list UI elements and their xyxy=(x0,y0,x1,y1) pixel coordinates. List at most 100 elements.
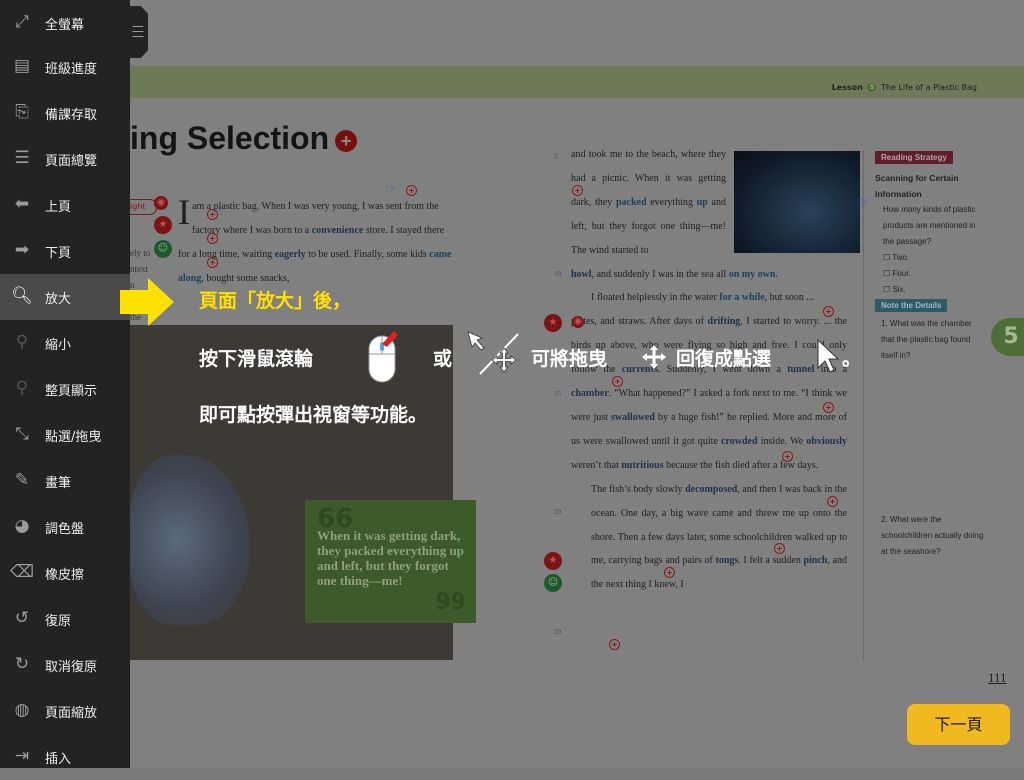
toolbar-sidebar: ⤢ 全螢幕 ▤ 班級進度 ⎘ 備課存取 ☰ 頁面總覽 ⬅ 上頁 ➡ 下頁 🔍︎ 放大 ⚲ 縮小 … xyxy=(0,0,130,768)
walk-icon[interactable]: ☺ xyxy=(154,240,172,258)
line-number: 15 xyxy=(554,390,561,398)
sidebar-item-fit-page[interactable]: ⚲ 整頁顯示 xyxy=(0,366,130,412)
sidebar-item-eraser[interactable]: ⌫ 橡皮擦 xyxy=(0,550,130,596)
audio-play-icon[interactable]: ★ xyxy=(154,216,172,234)
add-note-marker[interactable]: + xyxy=(827,496,838,507)
instruction-line-3: 即可點按彈出視窗等功能。 xyxy=(199,404,428,426)
add-note-marker[interactable]: + xyxy=(612,376,623,387)
sidebar-item-label: 畫筆 xyxy=(45,476,72,491)
textbook-page: Lesson 5 The Life of a Plastic Bag ing S… xyxy=(130,0,1024,768)
add-note-marker[interactable]: + xyxy=(823,402,834,413)
close-quote-icon: 99 xyxy=(435,590,466,615)
save-doc-icon: ⎘ xyxy=(15,102,29,122)
sidebar-item-label: 班級進度 xyxy=(45,62,98,77)
add-note-marker[interactable]: + xyxy=(782,451,793,462)
option-two[interactable]: ☐ Two. xyxy=(875,250,985,266)
sidebar-item-label: 縮小 xyxy=(45,338,72,353)
sidebar-item-prev-page[interactable]: ⬅ 上頁 xyxy=(0,182,130,228)
sidebar-item-lesson-save[interactable]: ⎘ 備課存取 xyxy=(0,90,130,136)
palette-icon: ◕ xyxy=(14,516,30,536)
sidebar-item-zoom-in[interactable]: 🔍︎ 放大 xyxy=(0,274,130,320)
add-note-marker[interactable]: + xyxy=(207,257,218,268)
line-number: 20 xyxy=(554,508,561,516)
sidebar-item-zoom-out[interactable]: ⚲ 縮小 xyxy=(0,320,130,366)
add-note-marker[interactable]: + xyxy=(572,185,583,196)
sidebar-item-label: 取消復原 xyxy=(45,660,98,675)
hamburger-icon: — — — xyxy=(132,19,144,43)
pen-icon: ✎ xyxy=(14,470,30,490)
strategy-heading: Scanning for Certain Information xyxy=(875,173,959,199)
detail-question-1: 1. What was the chamber that the plastic… xyxy=(881,319,972,360)
hand-cursor-icon: ☝ xyxy=(214,203,223,219)
redo-icon: ↻ xyxy=(14,654,30,674)
column-divider xyxy=(863,150,864,660)
book-icon: ▤ xyxy=(13,56,31,76)
open-quote-icon: 66 xyxy=(317,504,354,534)
pull-quote-text: When it was getting dark, they packed ev… xyxy=(317,528,464,588)
plastic-bag-image xyxy=(130,455,250,625)
sidebar-item-label: 下頁 xyxy=(45,246,72,261)
sidebar-item-page-zoom[interactable]: ◍ 頁面縮放 xyxy=(0,688,130,734)
add-note-marker[interactable]: + xyxy=(664,567,675,578)
select-drag-icon: ⤡ xyxy=(15,424,29,444)
reading-strategy-tag: Reading Strategy xyxy=(875,151,953,164)
add-note-marker[interactable]: + xyxy=(406,185,417,196)
zoom-in-icon: 🔍︎ xyxy=(11,286,33,306)
sidebar-item-palette[interactable]: ◕ 調色盤 xyxy=(0,504,130,550)
add-note-marker[interactable]: + xyxy=(609,639,620,650)
sidebar-item-select-drag[interactable]: ⤡ 點選/拖曳 xyxy=(0,412,130,458)
sidebar-item-label: 上頁 xyxy=(45,200,72,215)
sidebar-item-next-page[interactable]: ➡ 下頁 xyxy=(0,228,130,274)
sidebar-item-class-progress[interactable]: ▤ 班級進度 xyxy=(0,44,130,90)
move-icon xyxy=(642,345,666,369)
record-icon[interactable]: ◉ xyxy=(154,196,168,210)
audio-play-icon[interactable]: ★ xyxy=(544,314,562,332)
option-six[interactable]: ☐ Six. xyxy=(875,282,985,298)
sidebar-item-label: 插入 xyxy=(45,752,72,767)
sidebar-item-label: 整頁顯示 xyxy=(45,384,98,399)
sidebar-item-pen[interactable]: ✎ 畫筆 xyxy=(0,458,130,504)
add-note-marker[interactable]: + xyxy=(207,233,218,244)
line-number: 5 xyxy=(554,153,558,161)
sidebar-item-label: 調色盤 xyxy=(45,522,85,537)
add-note-icon[interactable]: + xyxy=(335,129,358,152)
unit-tab[interactable]: 5 xyxy=(991,318,1024,356)
sidebar-item-page-overview[interactable]: ☰ 頁面總覽 xyxy=(0,136,130,182)
arrow-right-icon: ➡ xyxy=(14,240,30,260)
sidebar-collapse-handle[interactable]: — — — xyxy=(130,6,148,58)
sidebar-item-label: 備課存取 xyxy=(45,108,98,123)
header-band xyxy=(130,66,1024,98)
sidebar-item-label: 放大 xyxy=(45,292,72,307)
eraser-icon: ⌫ xyxy=(9,562,35,582)
instruction-line-2a: 按下滑鼠滾輪 xyxy=(199,348,314,370)
select-drag-icon xyxy=(467,331,519,375)
add-note-marker[interactable]: + xyxy=(823,306,834,317)
sidebar-item-label: 頁面總覽 xyxy=(45,154,98,169)
instruction-line-1: 頁面「放大」後， xyxy=(199,290,352,312)
fit-page-icon: ⚲ xyxy=(15,378,29,398)
sidebar-item-label: 全螢幕 xyxy=(45,18,85,33)
next-page-button[interactable]: 下一頁 xyxy=(907,704,1010,745)
walk-icon[interactable]: ☺ xyxy=(544,574,562,592)
record-icon[interactable]: ◉ xyxy=(572,316,584,328)
lesson-header: Lesson 5 The Life of a Plastic Bag xyxy=(831,83,977,92)
sidebar-item-insert[interactable]: ⇥ 插入 xyxy=(0,734,130,780)
sidebar-item-undo[interactable]: ↺ 復原 xyxy=(0,596,130,642)
pointer-arrow-icon xyxy=(120,278,174,326)
page-title: ing Selection + xyxy=(130,120,358,157)
instruction-line-2d: 回復成點選 xyxy=(676,348,772,370)
sidebar-item-label: 復原 xyxy=(45,614,72,629)
add-note-marker[interactable]: + xyxy=(774,543,785,554)
sidebar-item-redo[interactable]: ↻ 取消復原 xyxy=(0,642,130,688)
page-number: 111 xyxy=(988,670,1007,685)
mouse-wheel-icon xyxy=(368,331,398,383)
audio-play-icon[interactable]: ★ xyxy=(544,552,562,570)
strategy-question: How many kinds of plastic products are m… xyxy=(883,205,976,246)
hand-cursor-icon: ☞ xyxy=(386,182,397,196)
sidebar-item-fullscreen[interactable]: ⤢ 全螢幕 xyxy=(0,0,130,46)
cursor-arrow-icon xyxy=(817,338,840,373)
note-details-tag: Note the Details xyxy=(875,299,948,312)
option-four[interactable]: ☐ Four. xyxy=(875,266,985,282)
sidebar-item-label: 橡皮擦 xyxy=(45,568,85,583)
hand-cursor-icon: ☞ xyxy=(857,195,870,211)
